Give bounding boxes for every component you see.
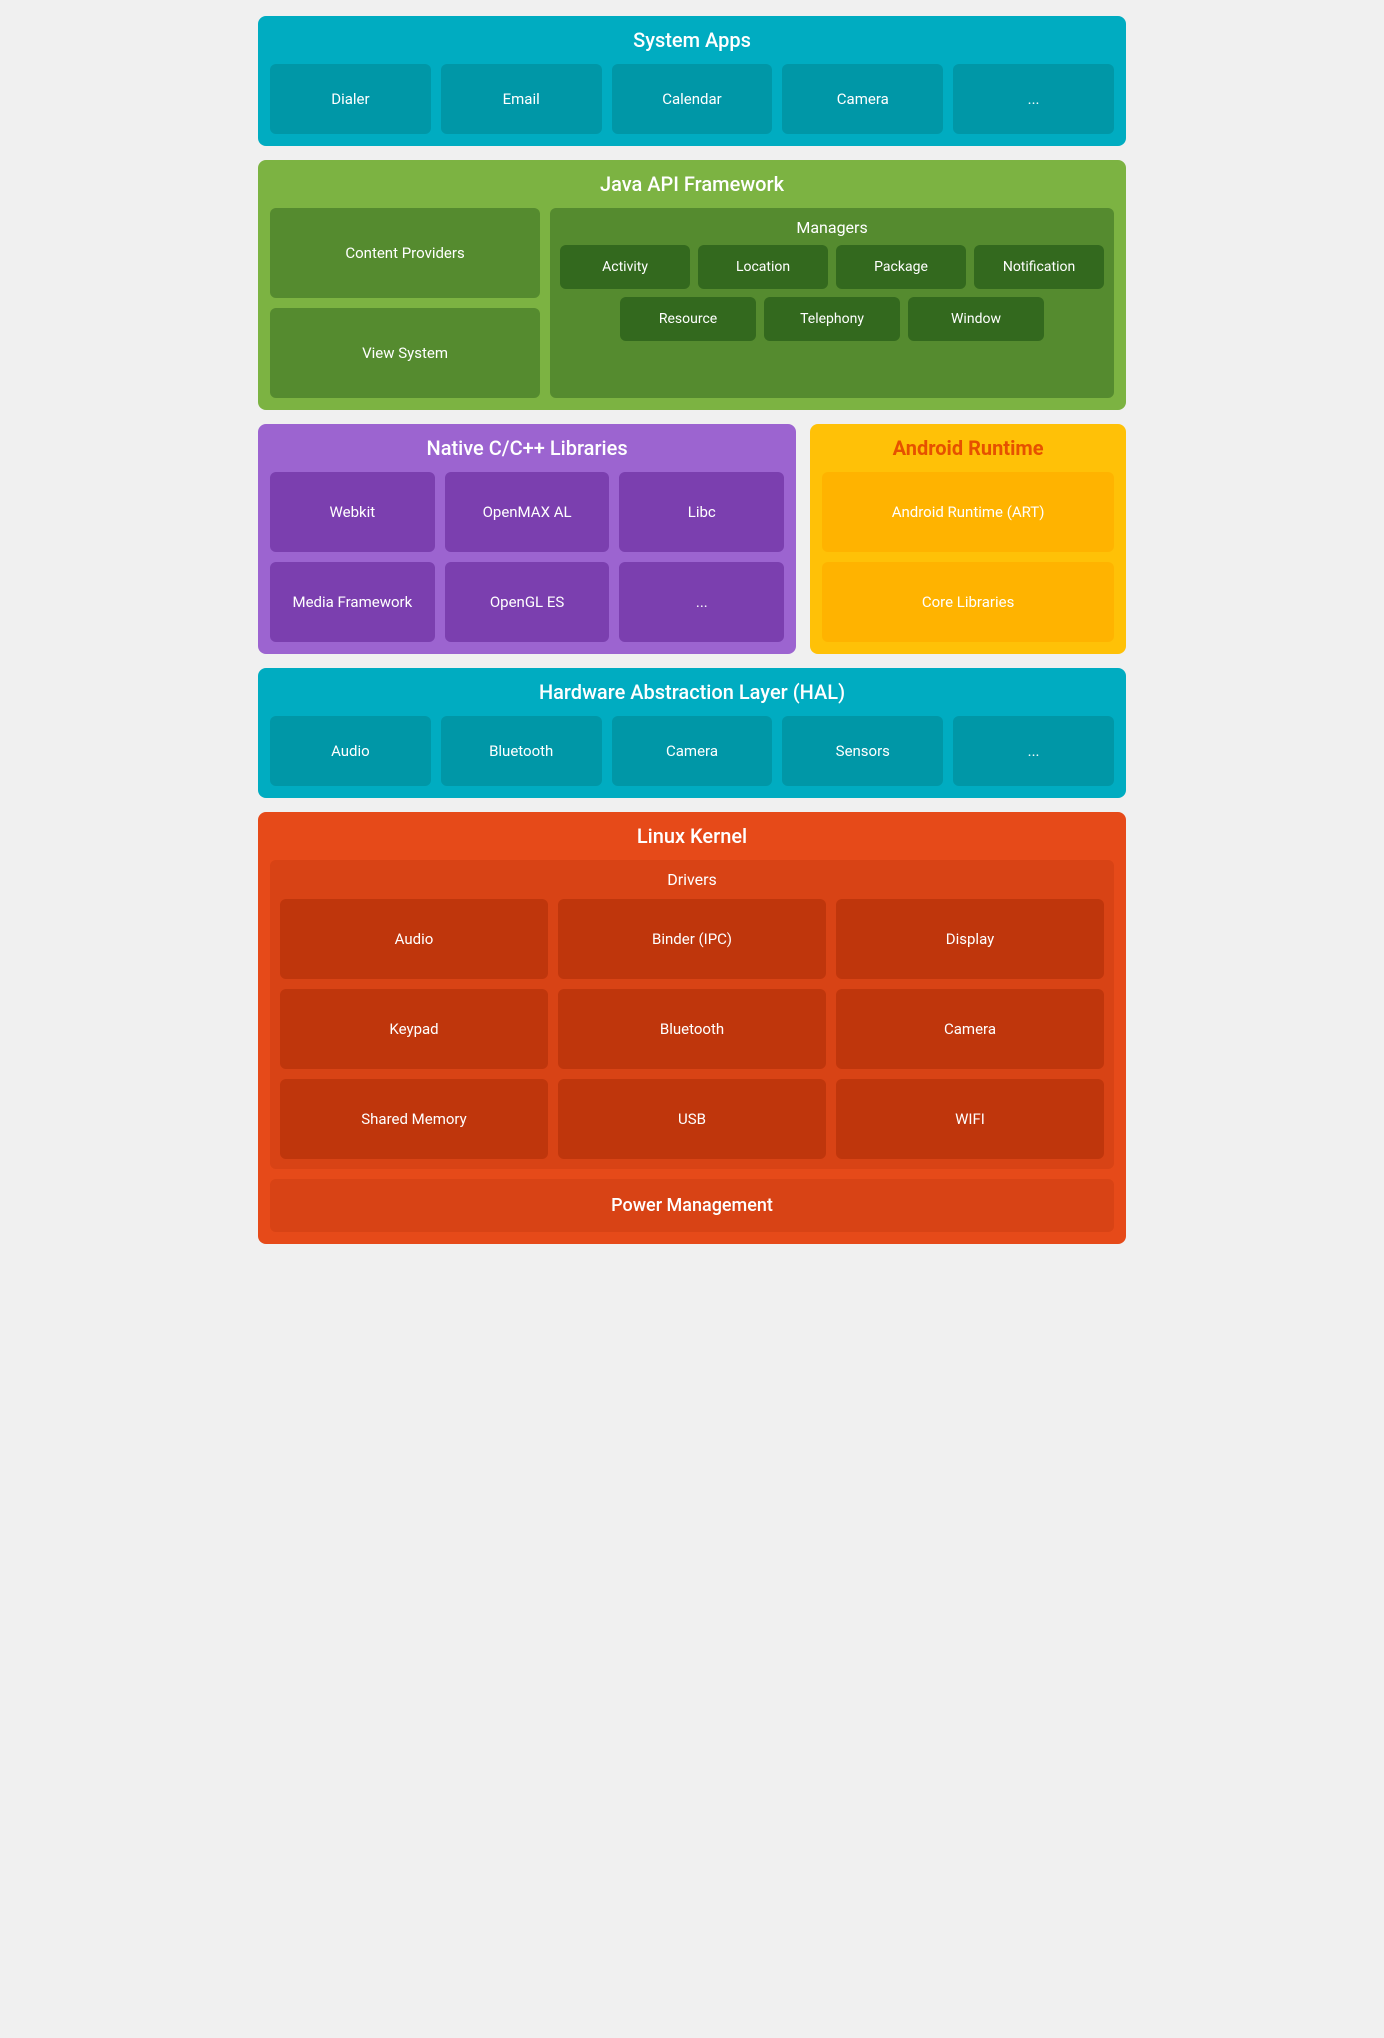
tile-openmax: OpenMAX AL xyxy=(445,472,610,552)
system-apps-layer: System Apps Dialer Email Calendar Camera… xyxy=(258,16,1126,146)
tile-opengl: OpenGL ES xyxy=(445,562,610,642)
linux-kernel-layer: Linux Kernel Drivers Audio Binder (IPC) … xyxy=(258,812,1126,1244)
managers-row1: Activity Location Package Notification xyxy=(560,245,1104,289)
tile-hal-more: ... xyxy=(953,716,1114,786)
java-api-content: Content Providers View System Managers A… xyxy=(270,208,1114,398)
tile-driver-binder: Binder (IPC) xyxy=(558,899,826,979)
tile-cpp-more: ... xyxy=(619,562,784,642)
tile-location: Location xyxy=(698,245,828,289)
drivers-grid: Audio Binder (IPC) Display Keypad Blueto… xyxy=(280,899,1104,1159)
tile-media-framework: Media Framework xyxy=(270,562,435,642)
drivers-title: Drivers xyxy=(280,870,1104,889)
java-api-layer: Java API Framework Content Providers Vie… xyxy=(258,160,1126,410)
tile-window: Window xyxy=(908,297,1044,341)
tile-email: Email xyxy=(441,64,602,134)
native-cpp-layer: Native C/C++ Libraries Webkit OpenMAX AL… xyxy=(258,424,796,654)
hal-tiles: Audio Bluetooth Camera Sensors ... xyxy=(270,716,1114,786)
tile-notification: Notification xyxy=(974,245,1104,289)
tile-driver-keypad: Keypad xyxy=(280,989,548,1069)
tile-core-libraries: Core Libraries xyxy=(822,562,1114,642)
tile-activity: Activity xyxy=(560,245,690,289)
tile-driver-audio: Audio xyxy=(280,899,548,979)
tile-driver-wifi: WIFI xyxy=(836,1079,1104,1159)
tile-dialer: Dialer xyxy=(270,64,431,134)
system-apps-title: System Apps xyxy=(270,28,1114,52)
java-api-left: Content Providers View System xyxy=(270,208,540,398)
java-api-title: Java API Framework xyxy=(270,172,1114,196)
tile-calendar: Calendar xyxy=(612,64,773,134)
tile-content-providers: Content Providers xyxy=(270,208,540,298)
linux-kernel-title: Linux Kernel xyxy=(270,824,1114,848)
middle-row: Native C/C++ Libraries Webkit OpenMAX AL… xyxy=(258,424,1126,654)
tile-driver-usb: USB xyxy=(558,1079,826,1159)
native-cpp-title: Native C/C++ Libraries xyxy=(270,436,784,460)
hal-title: Hardware Abstraction Layer (HAL) xyxy=(270,680,1114,704)
tile-package: Package xyxy=(836,245,966,289)
tile-more: ... xyxy=(953,64,1114,134)
tile-driver-display: Display xyxy=(836,899,1104,979)
tile-driver-bluetooth: Bluetooth xyxy=(558,989,826,1069)
tile-driver-shared-memory: Shared Memory xyxy=(280,1079,548,1159)
tile-hal-camera: Camera xyxy=(612,716,773,786)
tile-telephony: Telephony xyxy=(764,297,900,341)
system-apps-tiles: Dialer Email Calendar Camera ... xyxy=(270,64,1114,134)
tile-art: Android Runtime (ART) xyxy=(822,472,1114,552)
tile-driver-camera: Camera xyxy=(836,989,1104,1069)
android-runtime-title: Android Runtime xyxy=(822,436,1114,460)
hal-layer: Hardware Abstraction Layer (HAL) Audio B… xyxy=(258,668,1126,798)
managers-title: Managers xyxy=(560,218,1104,237)
tile-libc: Libc xyxy=(619,472,784,552)
tile-hal-audio: Audio xyxy=(270,716,431,786)
android-runtime-layer: Android Runtime Android Runtime (ART) Co… xyxy=(810,424,1126,654)
managers-row2: Resource Telephony Window xyxy=(560,297,1104,341)
managers-section: Managers Activity Location Package Notif… xyxy=(550,208,1114,398)
tile-hal-sensors: Sensors xyxy=(782,716,943,786)
power-management: Power Management xyxy=(270,1179,1114,1232)
native-cpp-grid: Webkit OpenMAX AL Libc Media Framework O… xyxy=(270,472,784,642)
tile-view-system: View System xyxy=(270,308,540,398)
tile-camera: Camera xyxy=(782,64,943,134)
tile-resource: Resource xyxy=(620,297,756,341)
tile-hal-bluetooth: Bluetooth xyxy=(441,716,602,786)
drivers-section: Drivers Audio Binder (IPC) Display Keypa… xyxy=(270,860,1114,1169)
tile-webkit: Webkit xyxy=(270,472,435,552)
